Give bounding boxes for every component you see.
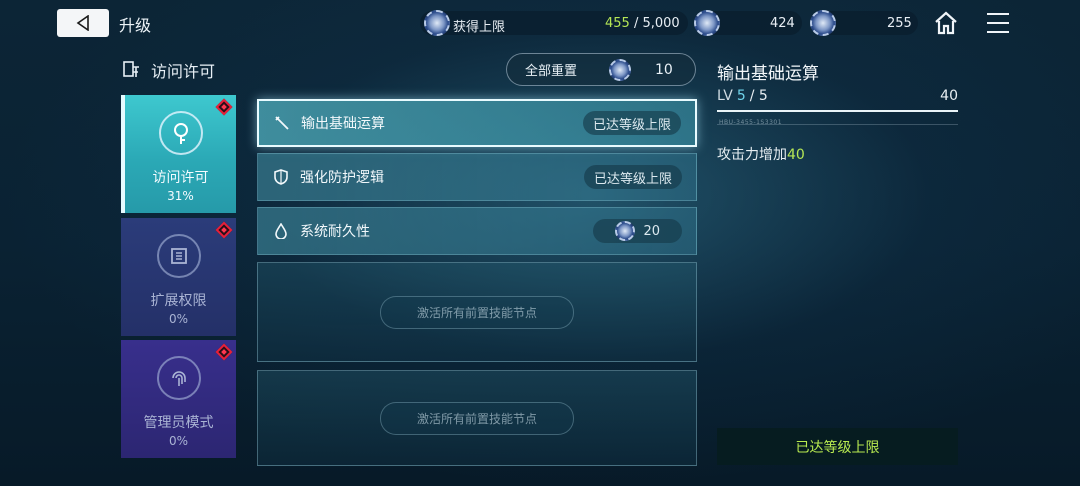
level-max: / 5	[749, 88, 768, 104]
level-label: LV	[717, 88, 733, 104]
cap-label: 获得上限	[453, 20, 506, 35]
section-title: 访问许可	[151, 62, 216, 81]
category-tab-access[interactable]: 访问许可 31%	[121, 95, 236, 213]
skill-effect: 攻击力增加40	[717, 144, 805, 164]
cap-total: / 5,000	[633, 16, 680, 31]
category-tab-admin[interactable]: 管理员模式 0%	[121, 340, 236, 458]
level-progress-fill	[717, 110, 958, 112]
category-percent: 31%	[167, 189, 194, 203]
gear-token-icon	[424, 10, 450, 36]
sword-icon	[273, 114, 291, 132]
alert-badge-icon	[215, 98, 233, 116]
skill-name: 系统耐久性	[300, 224, 370, 240]
detail-title: 输出基础运算	[717, 64, 819, 84]
upgrade-cost-pill[interactable]: 20	[593, 219, 682, 243]
cap-current: 455	[605, 16, 630, 31]
key-icon	[158, 111, 203, 155]
currency-b-value: 255	[887, 16, 912, 31]
alert-badge-icon	[215, 343, 233, 361]
chip-icon	[156, 234, 201, 278]
back-arrow-icon	[76, 15, 89, 31]
gear-token-icon	[694, 10, 720, 36]
skill-name: 强化防护逻辑	[300, 170, 384, 186]
level-row: LV 5 / 5 40	[717, 88, 958, 104]
back-button[interactable]	[57, 9, 109, 37]
page-title: 升级	[119, 16, 152, 35]
gear-token-icon	[609, 58, 632, 81]
category-name: 管理员模式	[143, 415, 214, 431]
locked-skill-slot: 激活所有前置技能节点	[257, 262, 697, 362]
cap-value: 455 / 5,000	[605, 16, 680, 31]
skill-row-durability[interactable]: 系统耐久性 20	[257, 207, 697, 255]
category-name: 扩展权限	[150, 293, 207, 309]
upgrade-cost: 20	[643, 223, 660, 239]
category-tab-extended[interactable]: 扩展权限 0%	[121, 218, 236, 336]
category-percent: 0%	[168, 434, 189, 448]
skill-name: 输出基础运算	[301, 116, 385, 132]
gear-token-icon	[615, 221, 636, 241]
locked-skill-slot: 激活所有前置技能节点	[257, 370, 697, 466]
home-icon[interactable]	[933, 10, 959, 36]
droplet-icon	[272, 222, 290, 240]
section-header: 访问许可	[121, 58, 215, 82]
max-level-button[interactable]: 已达等级上限	[717, 428, 958, 465]
level-current: 5	[736, 88, 746, 104]
max-level-badge: 已达等级上限	[582, 111, 681, 135]
effect-value: 40	[787, 147, 805, 163]
reset-cost: 10	[655, 61, 673, 78]
currency-a-value: 424	[770, 16, 795, 31]
category-percent: 0%	[168, 312, 189, 326]
fingerprint-icon	[156, 356, 201, 400]
locked-hint: 激活所有前置技能节点	[379, 401, 574, 435]
access-card-icon	[123, 61, 139, 77]
level-value: 40	[940, 88, 958, 104]
skill-row-output-compute[interactable]: 输出基础运算 已达等级上限	[257, 99, 697, 147]
reset-label: 全部重置	[525, 64, 578, 79]
category-name: 访问许可	[152, 170, 209, 186]
menu-icon[interactable]	[987, 13, 1009, 33]
max-level-badge: 已达等级上限	[583, 165, 682, 189]
shield-icon	[272, 168, 290, 186]
skill-row-defense-logic[interactable]: 强化防护逻辑 已达等级上限	[257, 153, 697, 201]
reset-all-button[interactable]: 全部重置 10	[506, 53, 696, 86]
alert-badge-icon	[215, 221, 233, 239]
gear-token-icon	[810, 10, 836, 36]
locked-hint: 激活所有前置技能节点	[379, 295, 574, 329]
effect-text: 攻击力增加	[717, 147, 787, 163]
divider	[717, 124, 958, 125]
